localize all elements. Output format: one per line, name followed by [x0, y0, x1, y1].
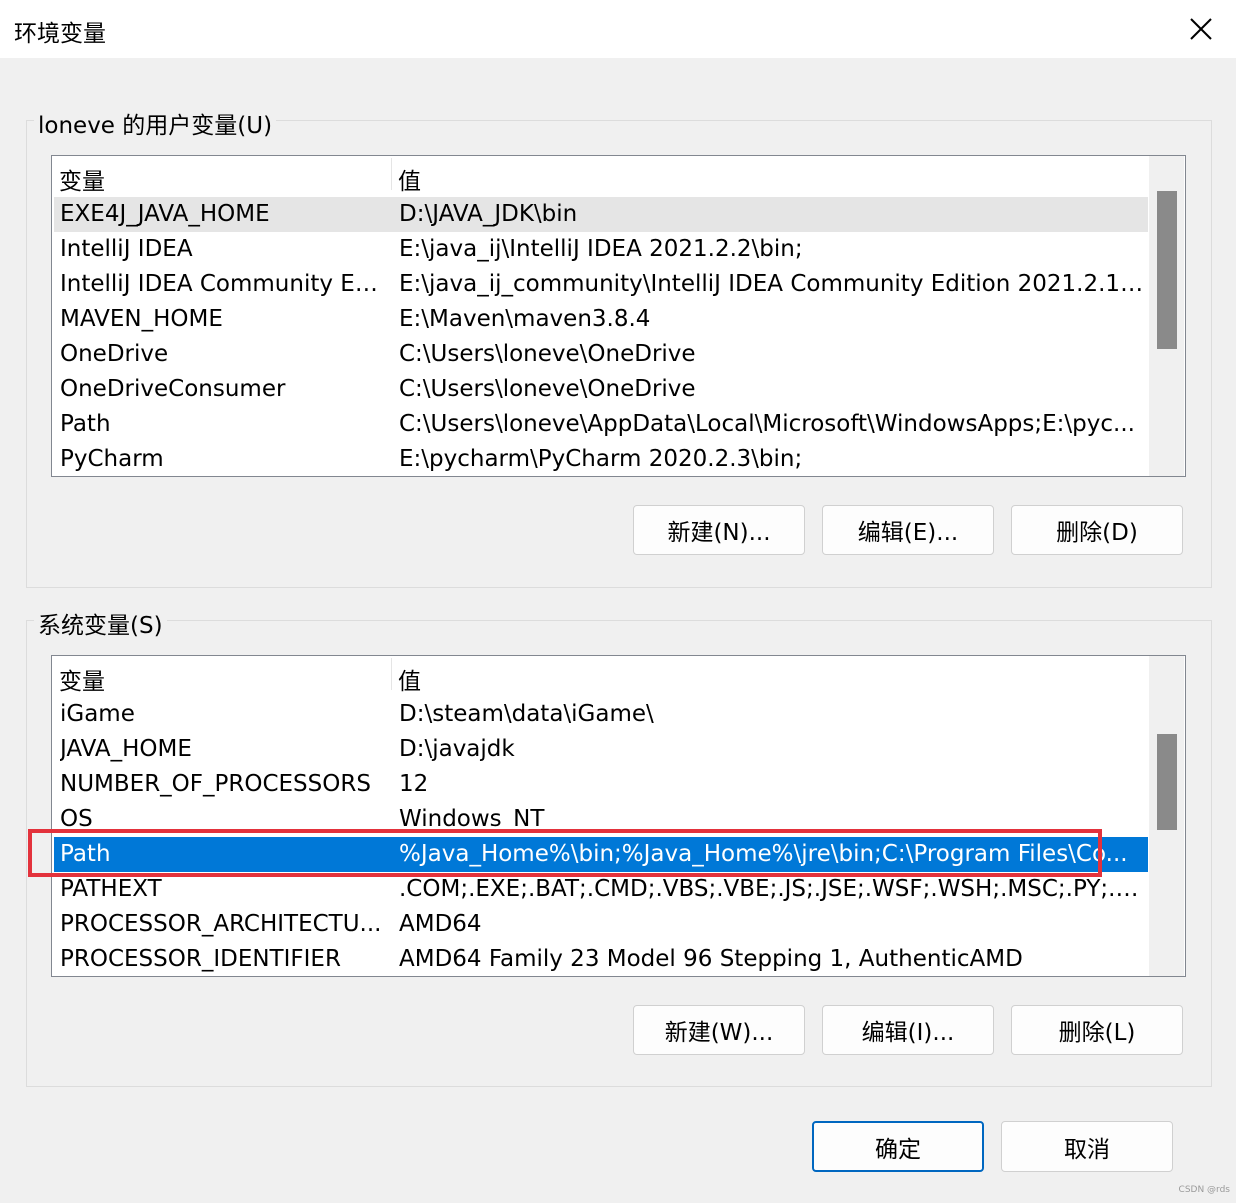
title-bar: 环境变量: [0, 0, 1236, 58]
var-name: PATHEXT: [60, 876, 162, 902]
var-name: PROCESSOR_ARCHITECTU...: [60, 911, 382, 937]
window-title: 环境变量: [14, 21, 106, 47]
var-name: iGame: [60, 701, 135, 727]
column-divider[interactable]: [391, 158, 392, 190]
var-value: C:\Users\loneve\OneDrive: [399, 341, 696, 367]
column-header-name[interactable]: 变量: [59, 162, 105, 196]
var-value: AMD64 Family 23 Model 96 Stepping 1, Aut…: [399, 946, 1023, 972]
var-value: C:\Users\loneve\AppData\Local\Microsoft\…: [399, 411, 1135, 437]
ok-button[interactable]: 确定: [812, 1121, 984, 1172]
system-var-row-selected[interactable]: Path %Java_Home%\bin;%Java_Home%\jre\bin;…: [54, 837, 1148, 872]
var-value: E:\java_ij\IntelliJ IDEA 2021.2.2\bin;: [399, 236, 803, 262]
var-name: Path: [60, 411, 111, 437]
var-name: NUMBER_OF_PROCESSORS: [60, 771, 371, 797]
system-delete-button[interactable]: 删除(L): [1011, 1005, 1183, 1055]
system-vars-list[interactable]: 变量 值 iGame D:\steam\data\iGame\ JAVA_HOME…: [51, 655, 1186, 977]
user-var-row[interactable]: Path C:\Users\loneve\AppData\Local\Micros…: [54, 407, 1148, 442]
system-var-row[interactable]: PATHEXT .COM;.EXE;.BAT;.CMD;.VBS;.VBE;.JS…: [54, 872, 1148, 907]
user-vars-legend: loneve 的用户变量(U): [34, 106, 277, 140]
var-name: PyCharm: [60, 446, 164, 472]
system-vars-legend: 系统变量(S): [34, 606, 167, 640]
var-name: IntelliJ IDEA: [60, 236, 193, 262]
scrollbar-thumb[interactable]: [1157, 191, 1177, 349]
var-value: E:\pycharm\PyCharm 2020.2.3\bin;: [399, 446, 803, 472]
user-new-button[interactable]: 新建(N)...: [633, 505, 805, 555]
close-button[interactable]: [1166, 0, 1236, 58]
scrollbar-thumb[interactable]: [1157, 734, 1177, 830]
var-name: MAVEN_HOME: [60, 306, 223, 332]
user-delete-button[interactable]: 删除(D): [1011, 505, 1183, 555]
user-vars-header: 变量 值: [52, 156, 1148, 195]
system-edit-button[interactable]: 编辑(I)...: [822, 1005, 994, 1055]
user-vars-list[interactable]: 变量 值 EXE4J_JAVA_HOME D:\JAVA_JDK\bin Inte…: [51, 155, 1186, 477]
var-value: C:\Users\loneve\OneDrive: [399, 376, 696, 402]
var-value: %Java_Home%\bin;%Java_Home%\jre\bin;C:\P…: [399, 841, 1128, 867]
system-var-row[interactable]: NUMBER_OF_PROCESSORS 12: [54, 767, 1148, 802]
var-value: E:\java_ij_community\IntelliJ IDEA Commu…: [399, 271, 1144, 297]
cancel-button[interactable]: 取消: [1001, 1121, 1173, 1172]
var-value: .COM;.EXE;.BAT;.CMD;.VBS;.VBE;.JS;.JSE;.…: [399, 876, 1144, 902]
watermark: CSDN @rds: [1178, 1185, 1230, 1195]
var-value: AMD64: [399, 911, 482, 937]
var-name: EXE4J_JAVA_HOME: [60, 201, 270, 227]
close-icon: [1190, 18, 1212, 40]
var-name: OneDriveConsumer: [60, 376, 286, 402]
var-value: 12: [399, 771, 429, 797]
column-header-value[interactable]: 值: [398, 162, 421, 196]
column-header-name[interactable]: 变量: [59, 662, 105, 696]
system-var-row[interactable]: JAVA_HOME D:\javajdk: [54, 732, 1148, 767]
var-value: D:\steam\data\iGame\: [399, 701, 654, 727]
user-var-row[interactable]: IntelliJ IDEA Community Ed... E:\java_ij_…: [54, 267, 1148, 302]
var-value: D:\javajdk: [399, 736, 515, 762]
user-var-row[interactable]: MAVEN_HOME E:\Maven\maven3.8.4: [54, 302, 1148, 337]
user-vars-scrollbar[interactable]: [1149, 156, 1184, 476]
system-vars-header: 变量 值: [52, 656, 1148, 695]
system-var-row[interactable]: PROCESSOR_ARCHITECTU... AMD64: [54, 907, 1148, 942]
system-var-row[interactable]: PROCESSOR_IDENTIFIER AMD64 Family 23 Mode…: [54, 942, 1148, 976]
user-var-row[interactable]: IntelliJ IDEA E:\java_ij\IntelliJ IDEA 20…: [54, 232, 1148, 267]
user-edit-button[interactable]: 编辑(E)...: [822, 505, 994, 555]
user-var-row[interactable]: PyCharm E:\pycharm\PyCharm 2020.2.3\bin;: [54, 442, 1148, 476]
column-divider[interactable]: [391, 658, 392, 690]
var-name: Path: [60, 841, 111, 867]
system-var-row[interactable]: iGame D:\steam\data\iGame\: [54, 697, 1148, 732]
var-value: D:\JAVA_JDK\bin: [399, 201, 578, 227]
var-name: OneDrive: [60, 341, 169, 367]
system-var-row[interactable]: OS Windows_NT: [54, 802, 1148, 837]
var-value: E:\Maven\maven3.8.4: [399, 306, 651, 332]
var-value: Windows_NT: [399, 806, 545, 832]
user-var-row[interactable]: EXE4J_JAVA_HOME D:\JAVA_JDK\bin: [54, 197, 1148, 232]
system-vars-scrollbar[interactable]: [1149, 656, 1184, 976]
system-new-button[interactable]: 新建(W)...: [633, 1005, 805, 1055]
var-name: OS: [60, 806, 93, 832]
var-name: PROCESSOR_IDENTIFIER: [60, 946, 341, 972]
column-header-value[interactable]: 值: [398, 662, 421, 696]
user-var-row[interactable]: OneDrive C:\Users\loneve\OneDrive: [54, 337, 1148, 372]
var-name: IntelliJ IDEA Community Ed...: [60, 271, 388, 297]
var-name: JAVA_HOME: [60, 736, 192, 762]
user-var-row[interactable]: OneDriveConsumer C:\Users\loneve\OneDrive: [54, 372, 1148, 407]
